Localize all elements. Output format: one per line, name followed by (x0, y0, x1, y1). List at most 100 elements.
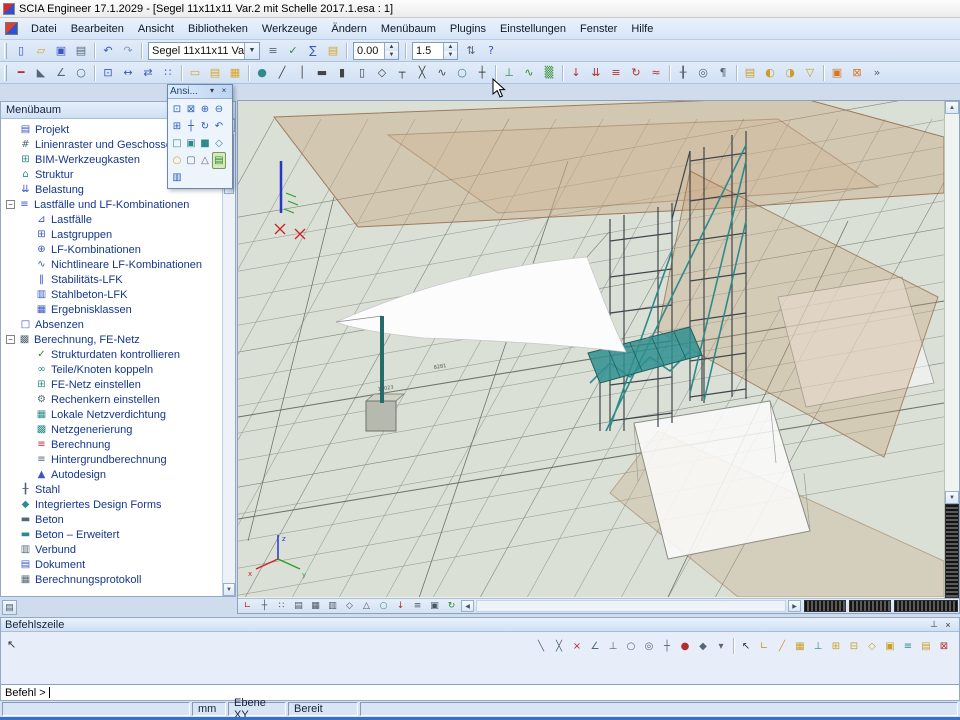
pan-icon[interactable]: ┼ (184, 118, 198, 135)
paperspace-icon[interactable]: ▦ (226, 64, 244, 82)
tree-item[interactable]: ▬Beton – Erweitert (1, 527, 222, 542)
perspective-icon[interactable]: △ (198, 152, 212, 169)
zoom-factor-icon[interactable]: ⇅ (462, 42, 480, 60)
tree-item[interactable]: ▦Lokale Netzverdichtung (1, 407, 222, 422)
thermal-load-icon[interactable]: ≈ (647, 64, 665, 82)
opening-icon[interactable]: ▯ (353, 64, 371, 82)
window-tile-scroll[interactable] (849, 600, 891, 612)
subsoil-icon[interactable]: ▒ (540, 64, 558, 82)
tree-item[interactable]: ▥Stahlbeton-LFK (1, 287, 222, 302)
tree-item[interactable]: ⊞FE-Netz einstellen (1, 377, 222, 392)
wall-icon[interactable]: ▮ (333, 64, 351, 82)
view-front-icon[interactable]: □ (170, 135, 184, 152)
viewport-vertical-scrollbar[interactable]: ▲ ▼ (945, 101, 959, 598)
tree-item[interactable]: ▬Beton (1, 512, 222, 527)
menu-fenster[interactable]: Fenster (573, 20, 624, 38)
move-icon[interactable]: ↔ (119, 64, 137, 82)
menu-bearbeiten[interactable]: Bearbeiten (64, 20, 131, 38)
menu-werkzeuge[interactable]: Werkzeuge (255, 20, 324, 38)
tree-expander[interactable]: − (6, 335, 15, 344)
cable-icon[interactable]: ∿ (433, 64, 451, 82)
window-stack-scroll[interactable] (945, 504, 959, 598)
command-history-area[interactable]: ↖ ╲╳×∠⊥○◎┼●◆▾ ↖∟╱▦⊥⊞⊟◇▣≡▤⊠ (1, 632, 959, 684)
tree-item[interactable]: ⊞Lastgruppen (1, 227, 222, 242)
snap-cross-icon[interactable]: ╳ (551, 638, 567, 654)
scroll-down-icon[interactable]: ▼ (223, 583, 235, 596)
hinge-icon[interactable]: ○ (453, 64, 471, 82)
tree-item[interactable]: ▦Berechnungsprotokoll (1, 572, 222, 587)
tree-item[interactable]: ∞Teile/Knoten koppeln (1, 362, 222, 377)
tree-item[interactable]: ▩Netzgenerierung (1, 422, 222, 437)
arc-icon[interactable]: ○ (72, 64, 90, 82)
new-project-icon[interactable]: ▯ (12, 42, 30, 60)
zoom-window-icon[interactable]: ⊞ (170, 118, 184, 135)
beam-icon[interactable]: ╱ (273, 64, 291, 82)
window-tile-scroll[interactable] (894, 600, 958, 612)
draw-member-icon[interactable]: ━ (12, 64, 30, 82)
snap-delete-icon[interactable]: × (569, 638, 585, 654)
relative-coords-icon[interactable]: ⊟ (846, 638, 862, 654)
rotate-view-icon[interactable]: ↻ (198, 118, 212, 135)
plate-icon[interactable]: ▬ (313, 64, 331, 82)
scale-factor-spinner[interactable]: 1.5 ▲▼ (412, 42, 458, 60)
spin-up-icon[interactable]: ▲ (444, 43, 457, 51)
column-icon[interactable]: │ (293, 64, 311, 82)
shaded-mode-icon[interactable]: ▦ (308, 600, 323, 613)
toolbar-overflow-icon[interactable]: » (868, 64, 886, 82)
redo-icon[interactable]: ↷ (119, 42, 137, 60)
zoom-selection-icon[interactable]: ⊠ (184, 101, 198, 118)
help-icon[interactable]: ? (482, 42, 500, 60)
scroll-left-icon[interactable]: ◀ (461, 600, 474, 612)
calculation-run-icon[interactable]: ∑ (304, 42, 322, 60)
axonometric-view-icon[interactable]: ◇ (212, 135, 226, 152)
tree-item[interactable]: ≡Hintergrundberechnung (1, 452, 222, 467)
cursor-select-icon[interactable]: ↖ (738, 638, 754, 654)
labels-display-icon[interactable]: ≡ (410, 600, 425, 613)
status-plane-cell[interactable]: Ebene XY (228, 702, 286, 716)
menu-einstellungen[interactable]: Einstellungen (493, 20, 573, 38)
status-unit-cell[interactable]: mm (192, 702, 226, 716)
chevron-down-icon[interactable]: ▼ (244, 43, 259, 59)
menu-men-baum[interactable]: Menübaum (374, 20, 443, 38)
tree-item[interactable]: ⊕LF-Kombinationen (1, 242, 222, 257)
support-icon[interactable]: ⊥ (500, 64, 518, 82)
wireframe-render-icon[interactable]: ▤ (212, 152, 226, 169)
line-load-icon[interactable]: ⇊ (587, 64, 605, 82)
print-icon[interactable]: ▤ (72, 42, 90, 60)
layers-icon[interactable]: ▤ (741, 64, 759, 82)
zoom-in-icon[interactable]: ⊕ (198, 101, 212, 118)
dot-grid-icon[interactable]: ∷ (274, 600, 289, 613)
spring-icon[interactable]: ∿ (520, 64, 538, 82)
menu-bibliotheken[interactable]: Bibliotheken (181, 20, 255, 38)
vscroll-track[interactable] (945, 114, 959, 491)
view-side-icon[interactable]: ▣ (184, 135, 198, 152)
grid-snap-icon[interactable]: ▦ (792, 638, 808, 654)
view-top-icon[interactable]: ■ (198, 135, 212, 152)
pin-icon[interactable]: ⊥ (927, 619, 941, 630)
annotation-icon[interactable]: ¶ (714, 64, 732, 82)
tree-item[interactable]: □Absenzen (1, 317, 222, 332)
dock-tab-button[interactable]: ▤ (2, 600, 17, 615)
gallery-icon[interactable]: ▤ (206, 64, 224, 82)
snap-line-icon[interactable]: ╲ (533, 638, 549, 654)
toolbar-drag-handle[interactable] (4, 43, 7, 59)
tree-item[interactable]: ‖Stabilitäts-LFK (1, 272, 222, 287)
filter-icon[interactable]: ▽ (801, 64, 819, 82)
tree-scroll-track[interactable] (223, 132, 235, 583)
node-icon[interactable]: ● (253, 64, 271, 82)
previous-view-icon[interactable]: ↶ (212, 118, 226, 135)
tree-item[interactable]: ≡Berechnung (1, 437, 222, 452)
camera-icon[interactable]: ◎ (694, 64, 712, 82)
absolute-coords-icon[interactable]: ⊞ (828, 638, 844, 654)
save-icon[interactable]: ▣ (52, 42, 70, 60)
connect-members-icon[interactable]: ┼ (473, 64, 491, 82)
menu-plugins[interactable]: Plugins (443, 20, 493, 38)
tree-item[interactable]: ⊿Lastfälle (1, 212, 222, 227)
tracking-mode-icon[interactable]: ╱ (774, 638, 790, 654)
snap-angle-icon[interactable]: ∠ (587, 638, 603, 654)
visibility-icon[interactable]: ◑ (781, 64, 799, 82)
rib-icon[interactable]: ┬ (393, 64, 411, 82)
tree-item[interactable]: −▩Berechnung, FE-Netz (1, 332, 222, 347)
spin-up-icon[interactable]: ▲ (385, 43, 398, 51)
haunch-icon[interactable]: ◣ (32, 64, 50, 82)
